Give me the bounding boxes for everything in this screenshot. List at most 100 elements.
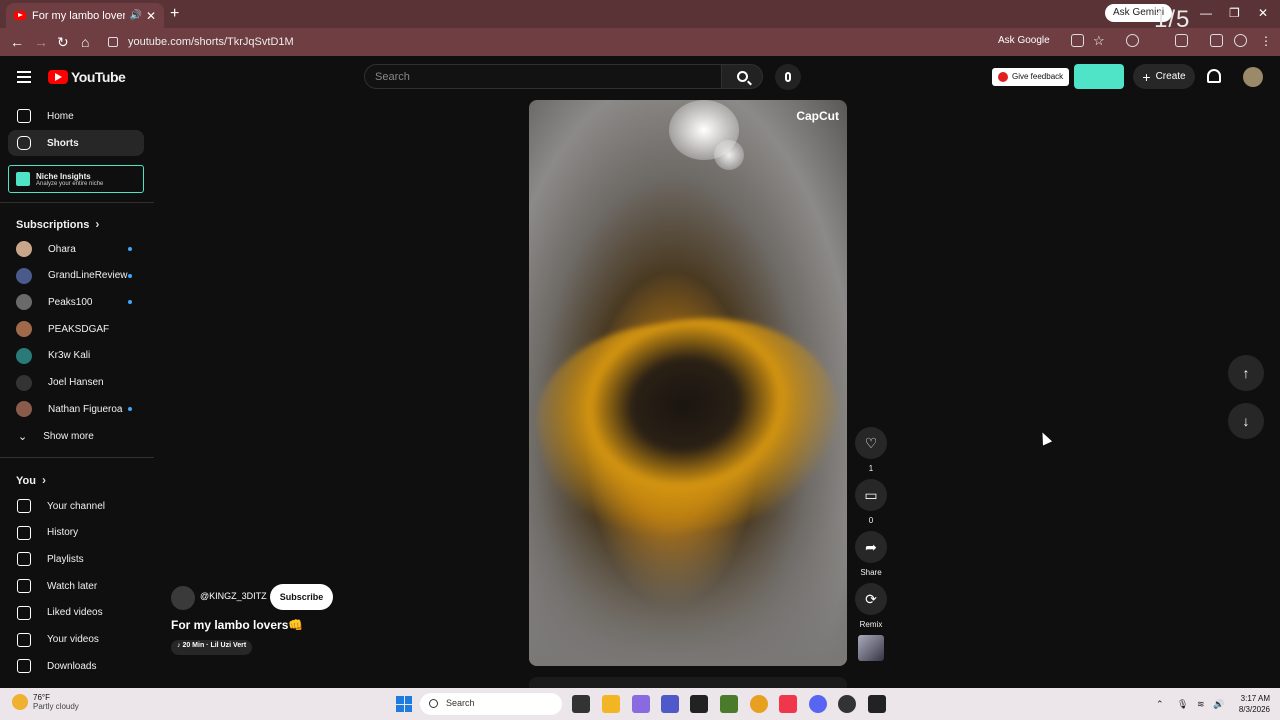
share-action[interactable]: ➦ Share: [855, 531, 887, 577]
subscription-item[interactable]: GrandLineReview: [8, 263, 144, 289]
voice-search-button[interactable]: [775, 64, 801, 90]
chrome-icon[interactable]: [750, 695, 768, 713]
download-icon: [17, 659, 31, 674]
sidebar-item-label: Liked videos: [47, 607, 103, 619]
subscription-item[interactable]: Nathan Figueroa: [8, 396, 144, 422]
guide-menu-icon[interactable]: [17, 71, 31, 83]
mouse-cursor: [1037, 430, 1053, 446]
itunes-icon[interactable]: [779, 695, 797, 713]
site-info-icon[interactable]: [108, 37, 118, 47]
subscription-item[interactable]: PEAKSDGAF: [8, 316, 144, 342]
sidebar-item-liked-videos[interactable]: Liked videos: [8, 600, 144, 626]
niche-extension-button[interactable]: [1074, 64, 1124, 89]
microphone-tray-icon[interactable]: 🎙: [1177, 699, 1188, 710]
minimize-icon[interactable]: —: [1200, 6, 1212, 20]
music-chip[interactable]: ♪ 20 Min · Lil Uzi Vert: [171, 640, 253, 655]
channel-name[interactable]: @KINGZ_3DITZ: [200, 591, 267, 601]
minecraft-icon[interactable]: [720, 695, 738, 713]
speaker-icon[interactable]: 🔊: [129, 10, 141, 21]
create-button[interactable]: + Create: [1133, 64, 1195, 89]
system-clock[interactable]: 3:17 AM 8/3/2026: [1226, 693, 1270, 715]
show-more-button[interactable]: ⌄ Show more: [8, 423, 144, 449]
sidebar-item-history[interactable]: History: [8, 520, 144, 546]
subscription-item[interactable]: Kr3w Kali: [8, 343, 144, 369]
subscription-item[interactable]: Peaks100: [8, 289, 144, 315]
reading-list-icon[interactable]: [1210, 34, 1223, 47]
tray-overflow-icon[interactable]: ⌃: [1156, 699, 1164, 710]
remix-action[interactable]: ⟳ Remix: [855, 583, 887, 629]
create-label: Create: [1155, 71, 1186, 82]
file-explorer-icon[interactable]: [602, 695, 620, 713]
extension-shield-icon[interactable]: [1126, 34, 1139, 47]
sidebar-item-label: Home: [47, 110, 74, 122]
window-close-icon[interactable]: ✕: [1258, 6, 1268, 20]
share-icon[interactable]: ➦: [855, 531, 887, 563]
search-icon: [736, 71, 748, 82]
search-button[interactable]: [721, 64, 763, 89]
short-video-player[interactable]: CapCut: [529, 100, 847, 666]
notifications-bell-icon[interactable]: [1207, 69, 1221, 83]
copilot-icon[interactable]: [632, 695, 650, 713]
subscribe-button[interactable]: Subscribe: [270, 584, 333, 610]
task-view-icon[interactable]: [572, 695, 590, 713]
account-avatar[interactable]: [1243, 67, 1263, 87]
browser-tab[interactable]: For my lambo lovers👊 - Yo 🔊 ✕: [6, 3, 164, 28]
sidebar-divider: [0, 202, 154, 203]
url-field[interactable]: youtube.com/shorts/TkrJqSvtD1M: [108, 33, 988, 51]
subscription-label: Peaks100: [48, 296, 93, 308]
comment-icon[interactable]: ▭: [855, 479, 887, 511]
app-icon[interactable]: [838, 695, 856, 713]
playlists-icon: [17, 552, 31, 567]
like-action[interactable]: ♡ 1: [855, 427, 887, 473]
previous-short-button[interactable]: ↑: [1228, 355, 1264, 391]
sidebar-item-playlists[interactable]: Playlists: [8, 546, 144, 572]
remix-icon[interactable]: ⟳: [855, 583, 887, 615]
subscription-item[interactable]: Ohara: [8, 236, 144, 262]
search-input[interactable]: Search: [364, 64, 722, 89]
forward-icon[interactable]: →: [34, 34, 48, 50]
youtube-logo[interactable]: YouTube: [48, 69, 126, 85]
subscriptions-heading[interactable]: Subscriptions ›: [16, 217, 99, 231]
menu-kebab-icon[interactable]: ⋮: [1260, 34, 1272, 48]
ask-google-button[interactable]: Ask Google: [998, 35, 1050, 46]
new-tab-button[interactable]: +: [170, 5, 179, 23]
extensions-puzzle-icon[interactable]: [1175, 34, 1188, 47]
heart-icon[interactable]: ♡: [855, 427, 887, 459]
channel-avatar[interactable]: [171, 586, 195, 610]
tab-close-icon[interactable]: ✕: [146, 9, 156, 23]
sidebar-item-shorts[interactable]: Shorts: [8, 130, 144, 156]
discord-icon[interactable]: [809, 695, 827, 713]
reload-icon[interactable]: ↻: [57, 34, 69, 51]
wifi-icon[interactable]: ≋: [1197, 699, 1205, 710]
back-icon[interactable]: ←: [10, 34, 24, 50]
comment-action[interactable]: ▭ 0: [855, 479, 887, 525]
capcut-pro-icon[interactable]: [868, 695, 886, 713]
volume-icon[interactable]: 🔊: [1213, 699, 1224, 710]
sidebar-item-your-videos[interactable]: Your videos: [8, 627, 144, 653]
plus-icon: +: [1142, 68, 1151, 85]
restore-icon[interactable]: ❐: [1229, 6, 1240, 20]
sidebar-item-your-channel[interactable]: Your channel: [8, 493, 144, 519]
audio-thumbnail[interactable]: [858, 635, 884, 661]
weather-widget[interactable]: 76°F Partly cloudy: [12, 693, 79, 711]
teams-icon[interactable]: [661, 695, 679, 713]
subscription-label: GrandLineReview: [48, 270, 128, 282]
cast-icon[interactable]: [1071, 34, 1084, 47]
chevron-right-icon: ›: [95, 217, 100, 231]
temperature: 76°F: [33, 693, 50, 702]
sidebar-item-watch-later[interactable]: Watch later: [8, 573, 144, 599]
sidebar-item-downloads[interactable]: Downloads: [8, 653, 144, 679]
subscription-item[interactable]: Joel Hansen: [8, 370, 144, 396]
windows-start-icon[interactable]: [396, 696, 412, 712]
give-feedback-button[interactable]: Give feedback: [992, 68, 1070, 86]
taskbar-search[interactable]: Search: [420, 693, 562, 715]
capcut-app-icon[interactable]: [690, 695, 708, 713]
niche-insights-card[interactable]: Niche Insights Analyze your entire niche: [8, 165, 144, 193]
home-icon[interactable]: ⌂: [81, 34, 89, 50]
sidebar-item-label: Your channel: [47, 500, 106, 512]
you-heading[interactable]: You ›: [16, 473, 46, 487]
sidebar-item-home[interactable]: Home: [8, 103, 144, 129]
next-short-button[interactable]: ↓: [1228, 403, 1264, 439]
profile-icon[interactable]: [1234, 34, 1247, 47]
bookmark-star-icon[interactable]: ☆: [1093, 33, 1105, 49]
